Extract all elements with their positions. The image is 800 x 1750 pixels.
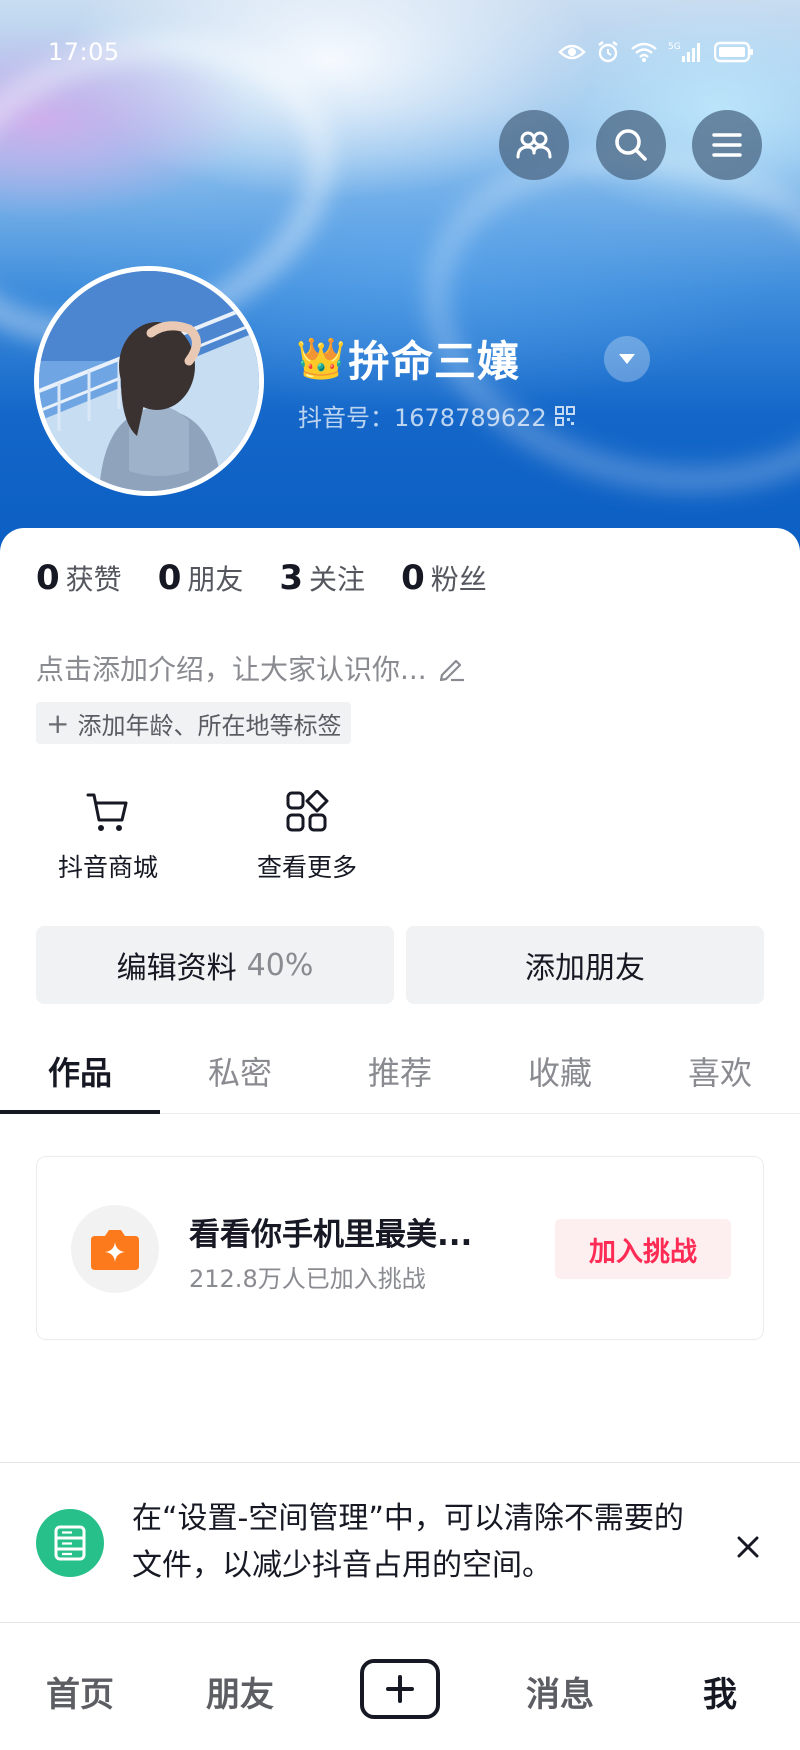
add-friends-label: 添加朋友 [525,951,645,986]
tab-works[interactable]: 作品 [0,1028,160,1114]
stat-number: 0 [36,558,60,598]
status-icons: 5G [558,40,754,64]
alarm-icon [598,41,618,63]
bottom-nav: 首页 朋友 消息 我 [0,1622,800,1750]
storage-notice[interactable]: 在“设置-空间管理”中，可以清除不需要的文件，以减少抖音占用的空间。 [0,1462,800,1622]
menu-button[interactable] [692,110,762,180]
douyin-id-text: 抖音号：1678789622 [298,404,547,432]
tab-private[interactable]: 私密 [160,1028,320,1114]
menu-icon [712,133,742,157]
friends-button[interactable] [499,110,569,180]
stat-label: 粉丝 [430,563,487,596]
active-tab-indicator [0,1110,160,1114]
tab-favorites[interactable]: 收藏 [480,1028,640,1114]
grid-icon [286,790,329,832]
stat-label: 关注 [309,563,366,596]
challenge-icon-wrap [71,1205,159,1293]
svg-text:5G: 5G [668,42,681,52]
nav-friends[interactable]: 朋友 [160,1667,320,1716]
stat-label: 朋友 [187,563,244,596]
tab-likes[interactable]: 喜欢 [640,1028,800,1114]
edit-profile-label: 编辑资料 [116,951,237,986]
shortcut-label: 抖音商城 [57,853,158,882]
stat-number: 0 [401,558,425,598]
stat-number: 0 [157,558,182,598]
bio-text: 点击添加介绍，让大家认识你... [36,653,427,686]
search-icon [615,129,647,161]
nav-me[interactable]: 我 [640,1667,800,1716]
camera-sparkle-icon [91,1230,139,1270]
chevron-down-icon [619,354,635,364]
username-row: 👑 拚命三孃 [296,330,520,386]
storage-icon-wrap [36,1509,104,1577]
shortcut-more[interactable]: 查看更多 [242,790,372,884]
stat-followers[interactable]: 0 粉丝 [401,558,487,598]
challenge-participants: 212.8万人已加入挑战 [189,1265,426,1293]
status-bar: 17:05 5G [0,0,800,110]
add-tags-chip[interactable]: + 添加年龄、所在地等标签 [36,702,352,744]
stat-following[interactable]: 3 关注 [279,558,365,598]
profile-header: 17:05 5G 👑 拚命三孃 抖音号：1678789622 [0,0,800,560]
eye-icon [558,44,586,60]
storage-icon [54,1525,86,1561]
search-button[interactable] [596,110,666,180]
crown-icon: 👑 [296,335,346,382]
challenge-title: 看看你手机里最美... [189,1217,473,1253]
tag-chip-label: 添加年龄、所在地等标签 [77,711,342,740]
edit-pencil-icon [439,659,464,682]
stat-likes[interactable]: 0 获赞 [36,558,122,598]
qr-code-icon [554,405,575,426]
profile-stats: 0 获赞 0 朋友 3 关注 0 粉丝 [36,558,523,598]
add-friends-button[interactable]: 添加朋友 [406,926,764,1004]
stat-number: 3 [279,558,304,598]
challenge-card[interactable]: 看看你手机里最美... 212.8万人已加入挑战 加入挑战 [36,1156,764,1340]
tab-recommended[interactable]: 推荐 [320,1028,480,1114]
wifi-icon [631,42,657,62]
status-time: 17:05 [48,38,120,66]
plus-icon: + [46,706,70,740]
profile-completion: 40% [246,947,314,983]
nav-home[interactable]: 首页 [0,1667,160,1716]
content-tabs: 作品 私密 推荐 收藏 喜欢 [0,1028,800,1114]
storage-notice-text: 在“设置-空间管理”中，可以清除不需要的文件，以减少抖音占用的空间。 [132,1501,684,1583]
close-icon [737,1536,759,1558]
account-switch-button[interactable] [604,336,650,382]
stat-label: 获赞 [65,563,122,596]
nav-messages[interactable]: 消息 [480,1667,640,1716]
avatar[interactable] [34,266,264,496]
avatar-photo [39,271,259,491]
username: 拚命三孃 [347,336,520,386]
join-challenge-button[interactable]: 加入挑战 [555,1219,731,1279]
douyin-id[interactable]: 抖音号：1678789622 [298,398,575,433]
edit-profile-button[interactable]: 编辑资料 40% [36,926,394,1004]
friends-icon [516,131,552,159]
battery-icon [714,41,753,63]
plus-icon [386,1675,414,1703]
create-button[interactable] [360,1659,440,1719]
close-notice-button[interactable] [730,1529,766,1565]
shortcut-label: 查看更多 [256,853,357,882]
bio-prompt[interactable]: 点击添加介绍，让大家认识你... [36,648,467,688]
shortcut-mall[interactable]: 抖音商城 [43,790,173,884]
stat-friends[interactable]: 0 朋友 [158,558,244,598]
signal-icon: 5G [668,42,700,62]
cart-icon [86,793,128,831]
